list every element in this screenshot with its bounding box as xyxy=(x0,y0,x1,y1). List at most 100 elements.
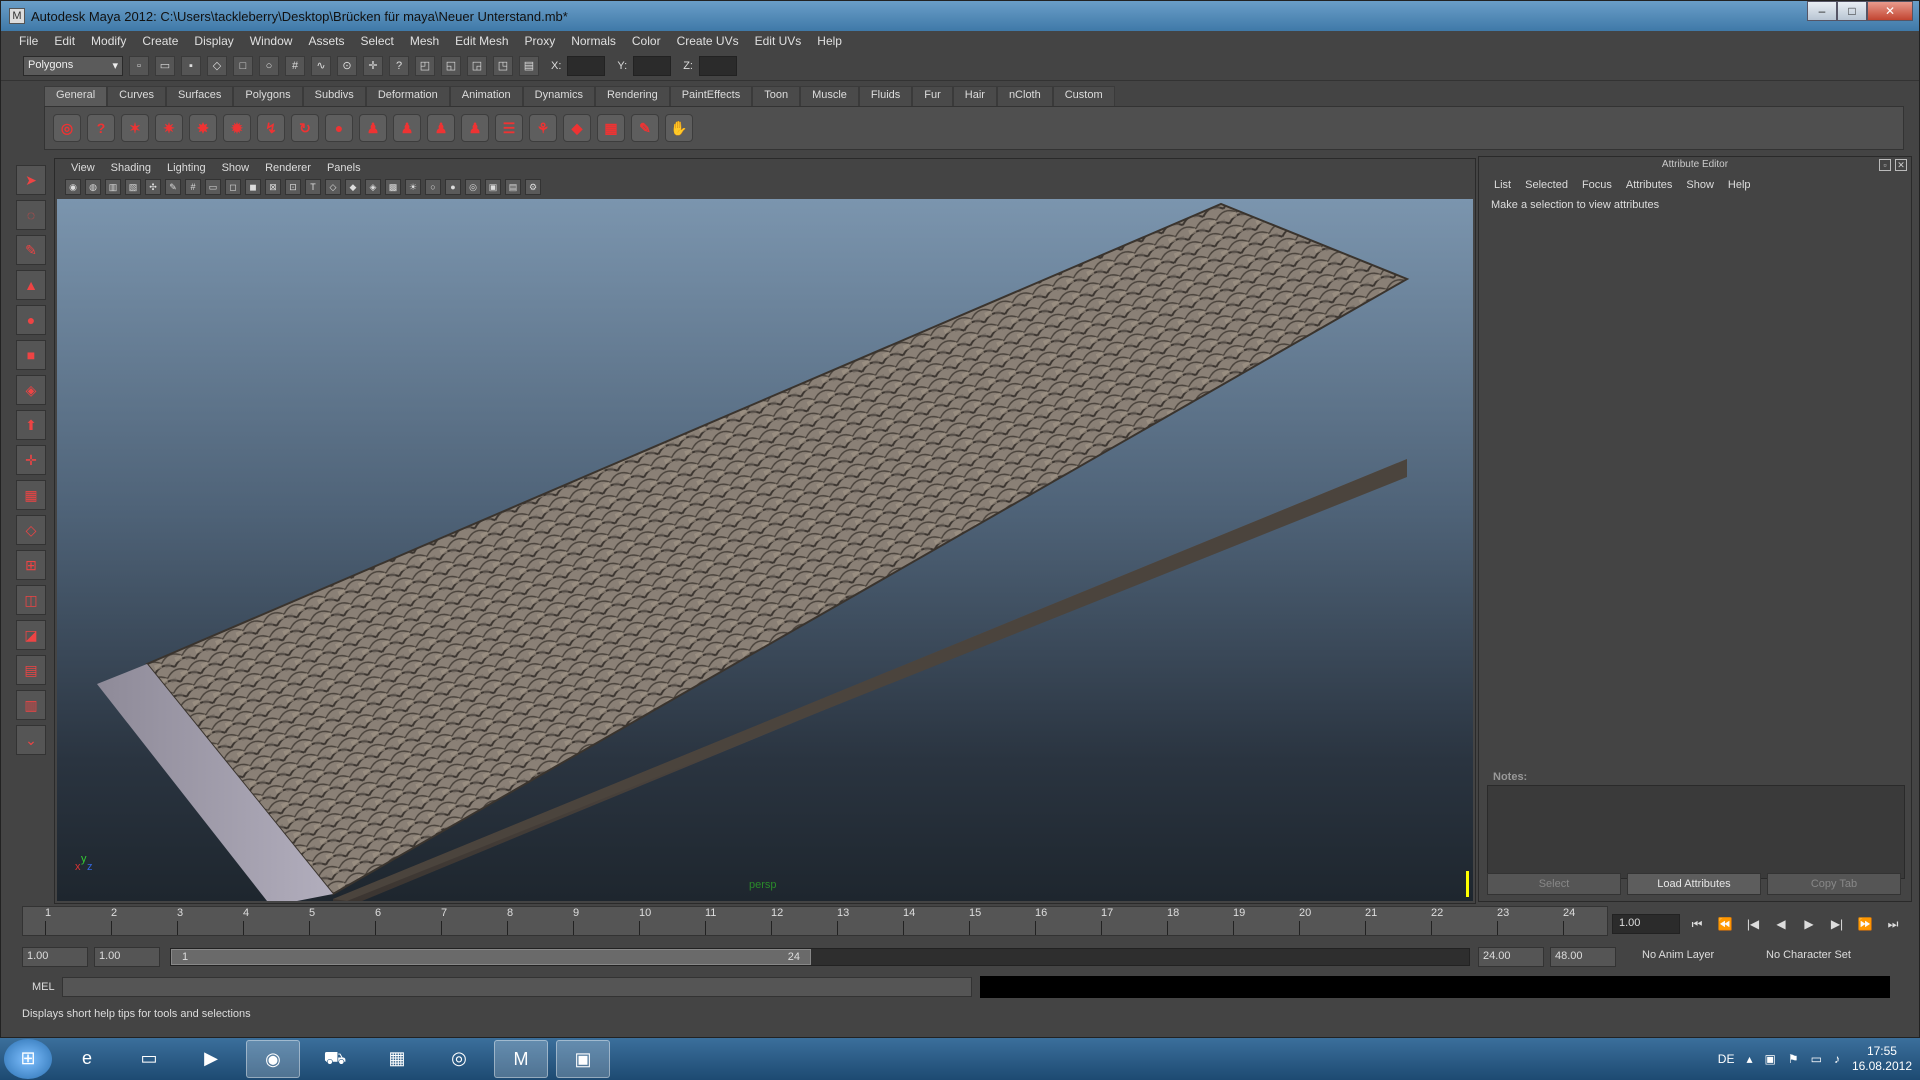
snap-plane-icon[interactable]: ✛ xyxy=(363,55,383,76)
layout-four-icon[interactable]: ⊞ xyxy=(16,550,46,580)
mel-input[interactable] xyxy=(62,977,972,997)
mel-label[interactable]: MEL xyxy=(22,981,62,993)
lasso-tool-icon[interactable]: ◌ xyxy=(16,200,46,230)
go-to-start-icon[interactable]: ⏮ xyxy=(1686,914,1708,934)
layout-hypershade-icon[interactable]: ▥ xyxy=(16,690,46,720)
menu-file[interactable]: File xyxy=(11,34,46,48)
field-chart-icon[interactable]: ⊠ xyxy=(265,179,281,195)
menu-edit-mesh[interactable]: Edit Mesh xyxy=(447,34,516,48)
range-slider-handle[interactable]: 1 24 xyxy=(171,949,811,965)
paint-select-tool-icon[interactable]: ✎ xyxy=(16,235,46,265)
shelf-tab-custom[interactable]: Custom xyxy=(1052,86,1115,106)
camera-select-icon[interactable]: ◉ xyxy=(65,179,81,195)
wireframe-icon[interactable]: ◇ xyxy=(325,179,341,195)
reel-icon[interactable]: ◎ xyxy=(53,114,81,142)
playback-start-field[interactable]: 1.00 xyxy=(94,947,160,967)
shelf-tool-1-icon[interactable]: ✶ xyxy=(121,114,149,142)
shelf-tool-4-icon[interactable]: ✹ xyxy=(223,114,251,142)
chrome-icon[interactable]: ◎ xyxy=(432,1040,486,1078)
attr-menu-list[interactable]: List xyxy=(1487,179,1518,191)
menu-window[interactable]: Window xyxy=(242,34,301,48)
joint-icon-1[interactable]: ♟ xyxy=(359,114,387,142)
start-time-field[interactable]: 1.00 xyxy=(22,947,88,967)
close-button[interactable]: ✕ xyxy=(1867,1,1913,21)
list-icon[interactable]: ☰ xyxy=(495,114,523,142)
manipulator-tool-icon[interactable]: ◈ xyxy=(16,375,46,405)
save-scene-icon[interactable]: ▪ xyxy=(181,55,201,76)
grease-pencil-icon[interactable]: ✎ xyxy=(165,179,181,195)
menu-display[interactable]: Display xyxy=(186,34,241,48)
play-backward-icon[interactable]: ◀ xyxy=(1770,914,1792,934)
snap-curve-icon[interactable]: ∿ xyxy=(311,55,331,76)
shelf-tab-fluids[interactable]: Fluids xyxy=(858,86,913,106)
camera-attr-icon[interactable]: ◍ xyxy=(85,179,101,195)
volume-icon[interactable]: ♪ xyxy=(1834,1052,1840,1066)
new-scene-icon[interactable]: ▫ xyxy=(129,55,149,76)
maya-taskbar-icon[interactable]: M xyxy=(494,1040,548,1078)
history-icon[interactable]: ? xyxy=(389,55,409,76)
menu-assets[interactable]: Assets xyxy=(300,34,352,48)
render-icon[interactable]: ◆ xyxy=(563,114,591,142)
float-panel-icon[interactable]: ▫ xyxy=(1879,159,1891,171)
shelf-tab-polygons[interactable]: Polygons xyxy=(233,86,303,106)
step-forward-frame-icon[interactable]: ▶| xyxy=(1826,914,1848,934)
range-slider[interactable]: 1 24 xyxy=(170,948,1470,966)
shelf-tab-dynamics[interactable]: Dynamics xyxy=(522,86,595,106)
start-button[interactable]: ⊞ xyxy=(4,1039,52,1079)
shelf-tab-animation[interactable]: Animation xyxy=(449,86,523,106)
close-panel-icon[interactable]: ✕ xyxy=(1895,159,1907,171)
layout-single-icon[interactable]: ◇ xyxy=(16,515,46,545)
joint-icon-3[interactable]: ♟ xyxy=(427,114,455,142)
menu-color[interactable]: Color xyxy=(624,34,669,48)
z-field[interactable] xyxy=(698,55,737,76)
input-line-icon[interactable]: ▤ xyxy=(519,55,539,76)
isolate-select-icon[interactable]: ▣ xyxy=(485,179,501,195)
last-tool-icon[interactable]: ▦ xyxy=(16,480,46,510)
menu-edit-uvs[interactable]: Edit UVs xyxy=(747,34,810,48)
vp-menu-renderer[interactable]: Renderer xyxy=(257,162,319,174)
shelf-tab-deformation[interactable]: Deformation xyxy=(365,86,450,106)
paint-icon[interactable]: ✎ xyxy=(631,114,659,142)
network-icon[interactable]: ▭ xyxy=(1811,1052,1822,1066)
xray-icon[interactable]: ◎ xyxy=(465,179,481,195)
attr-menu-selected[interactable]: Selected xyxy=(1518,179,1575,191)
select-object-icon[interactable]: □ xyxy=(233,55,253,76)
joint-icon-4[interactable]: ♟ xyxy=(461,114,489,142)
go-to-end-icon[interactable]: ⏭ xyxy=(1882,914,1904,934)
ie-icon[interactable]: e xyxy=(60,1040,114,1078)
character-set-dropdown[interactable]: No Character Set xyxy=(1762,947,1855,967)
default-light-icon[interactable]: ☀ xyxy=(405,179,421,195)
language-indicator[interactable]: DE xyxy=(1718,1052,1735,1066)
cube-icon[interactable]: ▦ xyxy=(597,114,625,142)
all-lights-icon[interactable]: ○ xyxy=(425,179,441,195)
textured-icon[interactable]: ▩ xyxy=(385,179,401,195)
y-field[interactable] xyxy=(633,55,672,76)
shelf-tool-6-icon[interactable]: ↻ xyxy=(291,114,319,142)
menu-select[interactable]: Select xyxy=(352,34,401,48)
shelf-tab-curves[interactable]: Curves xyxy=(107,86,166,106)
3d-viewport[interactable]: x y z persp xyxy=(57,199,1473,901)
menu-proxy[interactable]: Proxy xyxy=(517,34,564,48)
image-plane-icon[interactable]: ▧ xyxy=(125,179,141,195)
vp-menu-shading[interactable]: Shading xyxy=(103,162,159,174)
current-time-field[interactable]: 1.00 xyxy=(1612,914,1680,934)
step-back-frame-icon[interactable]: |◀ xyxy=(1742,914,1764,934)
shelf-tab-surfaces[interactable]: Surfaces xyxy=(165,86,234,106)
high-quality-icon[interactable]: ▤ xyxy=(505,179,521,195)
x-field[interactable] xyxy=(567,55,606,76)
select-tool-icon[interactable]: ➤ xyxy=(16,165,46,195)
shelf-tool-2-icon[interactable]: ✷ xyxy=(155,114,183,142)
load-attributes-button[interactable]: Load Attributes xyxy=(1627,873,1761,895)
shelf-tab-toon[interactable]: Toon xyxy=(752,86,801,106)
wire-on-shaded-icon[interactable]: ◈ xyxy=(365,179,381,195)
shelf-tab-fur[interactable]: Fur xyxy=(912,86,953,106)
flag-icon[interactable]: ⚑ xyxy=(1788,1052,1799,1066)
select-component-icon[interactable]: ○ xyxy=(259,55,279,76)
gate-mask-icon[interactable]: ◼ xyxy=(245,179,261,195)
show-manip-icon[interactable]: ✛ xyxy=(16,445,46,475)
grid-icon[interactable]: # xyxy=(185,179,201,195)
vp-menu-show[interactable]: Show xyxy=(214,162,258,174)
firefox-icon[interactable]: ◉ xyxy=(246,1040,300,1078)
safe-action-icon[interactable]: ⊡ xyxy=(285,179,301,195)
hypershade-icon[interactable]: ⚙ xyxy=(525,179,541,195)
